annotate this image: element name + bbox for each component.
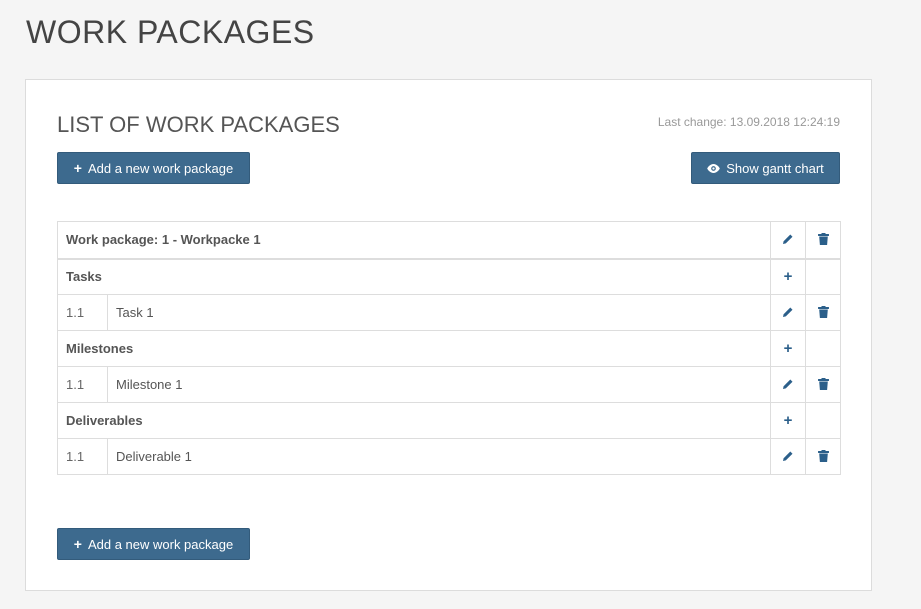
edit-work-package-cell: [770, 221, 806, 260]
edit-item-button[interactable]: [780, 304, 796, 320]
delete-item-cell: [805, 366, 841, 403]
item-label: Task 1: [107, 294, 771, 331]
delete-work-package-button[interactable]: [815, 231, 831, 247]
item-row: 1.1 Deliverable 1: [57, 438, 841, 475]
add-item-cell: +: [770, 330, 806, 367]
item-number: 1.1: [57, 438, 108, 475]
work-package-title: Work package: 1 - Workpacke 1: [57, 221, 771, 260]
item-number: 1.1: [57, 366, 108, 403]
work-package-table: Work package: 1 - Workpacke 1 Tasks +1.1 T…: [57, 221, 841, 475]
pencil-icon: [783, 451, 793, 461]
empty-cell: [805, 258, 841, 295]
add-item-cell: +: [770, 402, 806, 439]
add-item-cell: +: [770, 258, 806, 295]
panel-title: LIST OF WORK PACKAGES: [57, 112, 340, 137]
add-work-package-button-bottom[interactable]: + Add a new work package: [57, 528, 250, 560]
item-number: 1.1: [57, 294, 108, 331]
trash-icon: [817, 233, 829, 246]
pencil-icon: [783, 307, 793, 317]
trash-icon: [817, 306, 829, 318]
add-milestones-button[interactable]: +: [780, 341, 796, 357]
trash-icon: [817, 450, 829, 462]
plus-icon: +: [73, 536, 82, 552]
add-work-package-button-top[interactable]: + Add a new work package: [57, 152, 250, 184]
last-change-timestamp: Last change: 13.09.2018 12:24:19: [657, 115, 840, 129]
item-label: Deliverable 1: [107, 438, 771, 475]
section-row-deliverables: Deliverables +: [57, 402, 841, 439]
item-row: 1.1 Task 1: [57, 294, 841, 331]
section-title: Tasks: [57, 258, 771, 295]
section-row-milestones: Milestones +: [57, 330, 841, 367]
section-row-tasks: Tasks +: [57, 258, 841, 295]
delete-item-button[interactable]: [815, 304, 831, 320]
edit-item-button[interactable]: [780, 448, 796, 464]
add-work-package-label: Add a new work package: [87, 536, 234, 552]
edit-item-button[interactable]: [780, 376, 796, 392]
section-title: Deliverables: [57, 402, 771, 439]
pencil-icon: [783, 234, 793, 245]
item-label: Milestone 1: [107, 366, 771, 403]
add-tasks-button[interactable]: +: [780, 269, 796, 285]
empty-cell: [805, 402, 841, 439]
eye-icon: [707, 163, 721, 173]
work-package-header-row: Work package: 1 - Workpacke 1: [57, 221, 841, 260]
empty-cell: [805, 330, 841, 367]
add-work-package-label: Add a new work package: [87, 160, 234, 176]
item-row: 1.1 Milestone 1: [57, 366, 841, 403]
page-title: WORK PACKAGES: [26, 14, 315, 50]
edit-item-cell: [770, 366, 806, 403]
edit-item-cell: [770, 438, 806, 475]
delete-item-button[interactable]: [815, 376, 831, 392]
show-gantt-chart-button[interactable]: Show gantt chart: [691, 152, 840, 184]
edit-work-package-button[interactable]: [780, 231, 796, 247]
work-packages-panel: LIST OF WORK PACKAGES Last change: 13.09…: [25, 79, 872, 591]
delete-item-cell: [805, 438, 841, 475]
add-deliverables-button[interactable]: +: [780, 413, 796, 429]
edit-item-cell: [770, 294, 806, 331]
trash-icon: [817, 378, 829, 390]
section-title: Milestones: [57, 330, 771, 367]
delete-work-package-cell: [805, 221, 841, 260]
delete-item-button[interactable]: [815, 448, 831, 464]
show-gantt-chart-label: Show gantt chart: [726, 160, 824, 176]
pencil-icon: [783, 379, 793, 389]
plus-icon: +: [73, 160, 82, 176]
delete-item-cell: [805, 294, 841, 331]
